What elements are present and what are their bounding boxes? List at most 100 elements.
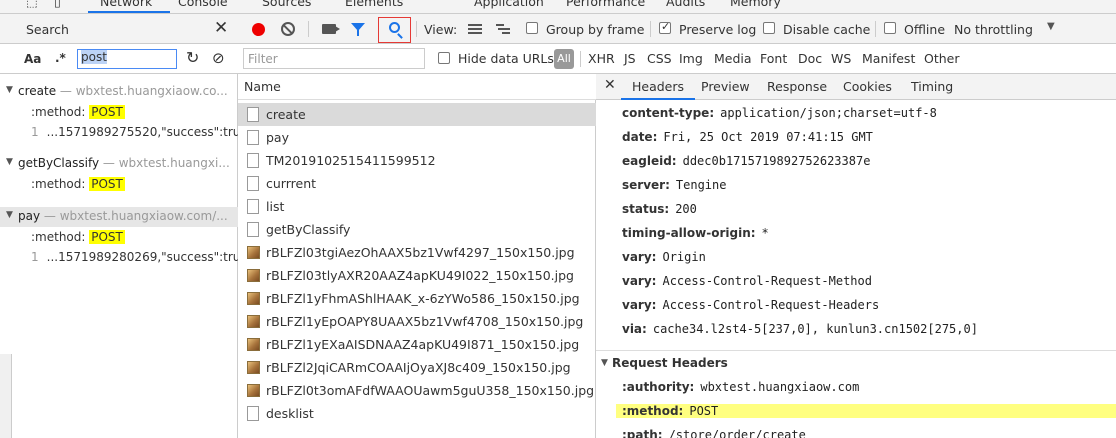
type-filter-img[interactable]: Img xyxy=(679,51,703,66)
refresh-icon[interactable]: ↻ xyxy=(186,48,199,67)
search-result-create[interactable]: ▼ create — wbxtest.huangxiaow.co... :meth… xyxy=(0,84,238,148)
request-row[interactable]: rBLFZl1yEpOAPY8UAAX5bz1Vwf4708_150x150.j… xyxy=(238,310,596,333)
image-file-icon xyxy=(247,269,260,282)
regex-toggle[interactable]: .* xyxy=(55,51,66,65)
header-value: application/json;charset=utf-8 xyxy=(720,106,937,120)
request-row[interactable]: rBLFZl0t3omAFdfWAAOUawm5guU358_150x150.j… xyxy=(238,379,596,402)
tab-memory[interactable]: Memory xyxy=(730,0,781,9)
filter-input[interactable] xyxy=(243,48,425,69)
request-header-row: :path: /store/order/create xyxy=(622,428,806,438)
request-row[interactable]: rBLFZl2JqiCARmCOAAIjOyaXJ8c409_150x150.j… xyxy=(238,356,596,379)
tab-timing[interactable]: Timing xyxy=(911,79,953,94)
header-key: vary: xyxy=(622,250,657,264)
record-icon[interactable] xyxy=(252,23,265,36)
header-key: timing-allow-origin: xyxy=(622,226,756,240)
header-key: via: xyxy=(622,322,647,336)
result-name: pay xyxy=(18,209,41,223)
request-row[interactable]: rBLFZl1yEXaAISDNAAZ4apKU49I871_150x150.j… xyxy=(238,333,596,356)
group-by-frame-checkbox[interactable] xyxy=(526,22,538,34)
response-header-row: via: cache34.l2st4-5[237,0], kunlun3.cn15… xyxy=(622,322,978,336)
request-row[interactable]: currrent xyxy=(238,172,596,195)
type-filter-font[interactable]: Font xyxy=(760,51,787,66)
match-case-toggle[interactable]: Aa xyxy=(24,52,41,66)
type-filter-doc[interactable]: Doc xyxy=(798,51,822,66)
disable-cache-checkbox[interactable] xyxy=(763,22,775,34)
tab-console[interactable]: Console xyxy=(178,0,228,9)
name-column-header[interactable]: Name xyxy=(238,74,596,100)
divider xyxy=(580,51,581,67)
tab-network[interactable]: Network xyxy=(100,0,152,9)
tab-performance[interactable]: Performance xyxy=(566,0,645,9)
hide-data-urls-label: Hide data URLs xyxy=(458,51,554,66)
preserve-log-checkbox[interactable] xyxy=(659,20,671,34)
search-toggle-button[interactable] xyxy=(378,17,411,43)
device-toolbar-icon[interactable]: ▯ xyxy=(54,0,61,9)
preserve-log-label: Preserve log xyxy=(679,22,757,37)
tab-sources[interactable]: Sources xyxy=(262,0,311,9)
offline-checkbox[interactable] xyxy=(884,22,896,34)
request-row[interactable]: rBLFZl03tlyAXR20AAZ4apKU49I022_150x150.j… xyxy=(238,264,596,287)
request-name: rBLFZl1yEXaAISDNAAZ4apKU49I871_150x150.j… xyxy=(266,337,580,352)
tab-headers[interactable]: Headers xyxy=(632,79,684,94)
screenshot-camera-icon[interactable] xyxy=(322,24,336,34)
search-controls: Aa .* post ↻ ⊘ xyxy=(0,44,238,74)
clear-icon[interactable]: ⊘ xyxy=(212,49,225,67)
close-icon[interactable]: ✕ xyxy=(214,18,228,38)
search-input[interactable]: post xyxy=(77,49,177,69)
close-icon[interactable]: ✕ xyxy=(604,77,616,93)
throttling-select[interactable]: No throttling xyxy=(954,22,1033,37)
tab-audits[interactable]: Audits xyxy=(666,0,705,9)
clear-log-icon[interactable] xyxy=(281,22,295,36)
result-line[interactable]: 1 ...1571989280269,"success":tru... xyxy=(31,250,238,264)
response-header-row: date: Fri, 25 Oct 2019 07:41:15 GMT xyxy=(622,130,873,144)
request-header-row: :method: POST xyxy=(616,404,1116,418)
filter-bar: Hide data URLs All XHR JS CSS Img Media … xyxy=(238,44,1116,74)
type-filter-css[interactable]: CSS xyxy=(647,51,672,66)
request-row[interactable]: rBLFZl1yFhmAShlHAAK_x-6zYWo586_150x150.j… xyxy=(238,287,596,310)
chevron-down-icon[interactable]: ▼ xyxy=(1047,21,1055,32)
result-line[interactable]: 1 ...1571989275520,"success":tru... xyxy=(31,125,238,139)
type-filter-ws[interactable]: WS xyxy=(831,51,851,66)
type-filter-all[interactable]: All xyxy=(554,49,574,69)
tab-response[interactable]: Response xyxy=(767,79,827,94)
waterfall-icon[interactable] xyxy=(496,24,510,34)
header-key: date: xyxy=(622,130,658,144)
request-row[interactable]: desklist xyxy=(238,402,596,425)
result-url: — wbxtest.huangxi... xyxy=(102,156,230,170)
document-file-icon xyxy=(247,199,259,214)
request-row[interactable]: getByClassify xyxy=(238,218,596,241)
large-rows-icon[interactable] xyxy=(468,24,482,34)
request-headers-section[interactable]: ▼ Request Headers xyxy=(596,350,1116,374)
result-line[interactable]: :method: POST xyxy=(31,105,125,119)
request-row[interactable]: TM2019102515411599512 xyxy=(238,149,596,172)
view-label: View: xyxy=(424,22,458,37)
inspect-icon[interactable]: ⬚ xyxy=(26,0,38,9)
image-file-icon xyxy=(247,384,260,397)
type-filter-other[interactable]: Other xyxy=(924,51,960,66)
type-filter-manifest[interactable]: Manifest xyxy=(862,51,915,66)
filter-icon[interactable] xyxy=(351,23,365,36)
hide-data-urls-checkbox[interactable] xyxy=(438,52,450,64)
detail-tabs: ✕ Headers Preview Response Cookies Timin… xyxy=(596,74,1116,100)
tab-application[interactable]: Application xyxy=(474,0,544,9)
request-header-row: :authority: wbxtest.huangxiaow.com xyxy=(622,380,859,394)
header-value: Access-Control-Request-Method xyxy=(662,274,872,288)
search-result-pay[interactable]: ▼ pay — wbxtest.huangxiaow.com/... :metho… xyxy=(0,209,238,271)
type-filter-js[interactable]: JS xyxy=(624,51,636,66)
request-row[interactable]: list xyxy=(238,195,596,218)
type-filter-xhr[interactable]: XHR xyxy=(588,51,615,66)
result-line[interactable]: :method: POST xyxy=(31,230,125,244)
search-query: post xyxy=(81,50,107,64)
tab-elements[interactable]: Elements xyxy=(345,0,403,9)
request-row[interactable]: rBLFZl03tgiAezOhAAX5bz1Vwf4297_150x150.j… xyxy=(238,241,596,264)
result-line[interactable]: :method: POST xyxy=(31,177,125,191)
search-result-getbyclassify[interactable]: ▼ getByClassify — wbxtest.huangxi... :met… xyxy=(0,156,238,196)
tab-cookies[interactable]: Cookies xyxy=(843,79,892,94)
type-filter-media[interactable]: Media xyxy=(714,51,752,66)
group-by-frame-label: Group by frame xyxy=(546,22,645,37)
request-row[interactable]: pay xyxy=(238,126,596,149)
network-toolbar: View: Group by frame Preserve log Disabl… xyxy=(238,14,1116,44)
divider xyxy=(416,21,417,37)
tab-preview[interactable]: Preview xyxy=(701,79,750,94)
request-row[interactable]: create xyxy=(238,103,596,126)
